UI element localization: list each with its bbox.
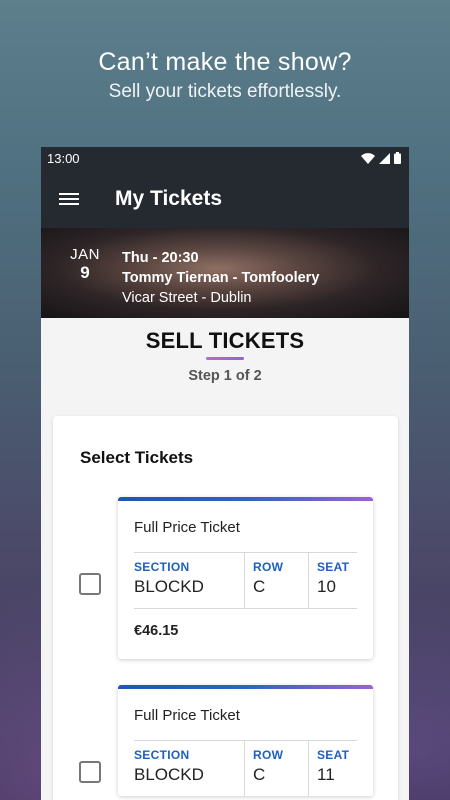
section-value: BLOCKD <box>134 765 204 784</box>
section-label: SECTION <box>134 748 190 762</box>
promo-headline: Can’t make the show? <box>98 48 352 76</box>
status-time: 13:00 <box>47 150 80 166</box>
row-label: ROW <box>253 560 284 574</box>
event-month: JAN <box>70 246 100 263</box>
promo-banner: Can’t make the show? Sell your tickets e… <box>0 48 450 103</box>
ticket-card[interactable]: Full Price Ticket SECTION BLOCKD ROW C S… <box>118 497 373 659</box>
status-icons <box>361 152 401 164</box>
row-label: ROW <box>253 748 284 762</box>
signal-icon <box>379 152 390 164</box>
phone-screen: 13:00 My Tickets JAN 9 Thu - 20:30 Tommy… <box>41 147 409 800</box>
row-column: ROW C <box>244 553 308 608</box>
event-name: Tommy Tiernan - Tomfoolery <box>122 270 320 286</box>
ticket-name: Full Price Ticket <box>134 707 240 724</box>
seat-label: SEAT <box>317 560 350 574</box>
ticket-accent-bar <box>118 497 373 501</box>
ticket-checkbox[interactable] <box>79 761 101 783</box>
ticket-accent-bar <box>118 685 373 689</box>
hamburger-menu-icon[interactable] <box>41 190 97 208</box>
promo-subline: Sell your tickets effortlessly. <box>108 81 342 102</box>
ticket-checkbox[interactable] <box>79 573 101 595</box>
seat-column: SEAT 10 <box>308 553 357 608</box>
ticket-card[interactable]: Full Price Ticket SECTION BLOCKD ROW C S… <box>118 685 373 796</box>
step-indicator: Step 1 of 2 <box>188 368 262 384</box>
seat-column: SEAT 11 <box>308 741 357 796</box>
select-tickets-title: Select Tickets <box>80 448 194 467</box>
select-tickets-card: Select Tickets Full Price Ticket SECTION… <box>53 416 398 800</box>
sell-title-underline <box>206 357 244 360</box>
seat-label: SEAT <box>317 748 350 762</box>
event-date: JAN 9 <box>69 246 101 283</box>
wifi-icon <box>361 152 375 164</box>
battery-icon <box>394 152 401 164</box>
seat-value: 11 <box>317 765 335 784</box>
event-banner: JAN 9 Thu - 20:30 Tommy Tiernan - Tomfoo… <box>41 228 409 318</box>
ticket-details: SECTION BLOCKD ROW C SEAT 11 <box>134 741 357 796</box>
ticket-details: SECTION BLOCKD ROW C SEAT 10 <box>134 553 357 608</box>
event-day: 9 <box>80 263 90 282</box>
app-bar-title: My Tickets <box>115 186 222 210</box>
status-bar: 13:00 <box>41 147 409 169</box>
app-bar: My Tickets <box>41 169 409 228</box>
ticket-name: Full Price Ticket <box>134 519 240 536</box>
sell-header: SELL TICKETS Step 1 of 2 <box>41 318 409 384</box>
section-value: BLOCKD <box>134 577 204 596</box>
ticket-price: €46.15 <box>134 623 179 639</box>
event-time: Thu - 20:30 <box>122 250 199 266</box>
row-value: C <box>253 765 266 784</box>
divider <box>134 608 357 609</box>
event-info: Thu - 20:30 Tommy Tiernan - Tomfoolery V… <box>122 248 319 308</box>
section-column: SECTION BLOCKD <box>134 741 244 796</box>
section-column: SECTION BLOCKD <box>134 553 244 608</box>
row-column: ROW C <box>244 741 308 796</box>
seat-value: 10 <box>317 577 336 596</box>
section-label: SECTION <box>134 560 190 574</box>
event-venue: Vicar Street - Dublin <box>122 290 252 306</box>
sell-title: SELL TICKETS <box>145 328 305 353</box>
row-value: C <box>253 577 266 596</box>
